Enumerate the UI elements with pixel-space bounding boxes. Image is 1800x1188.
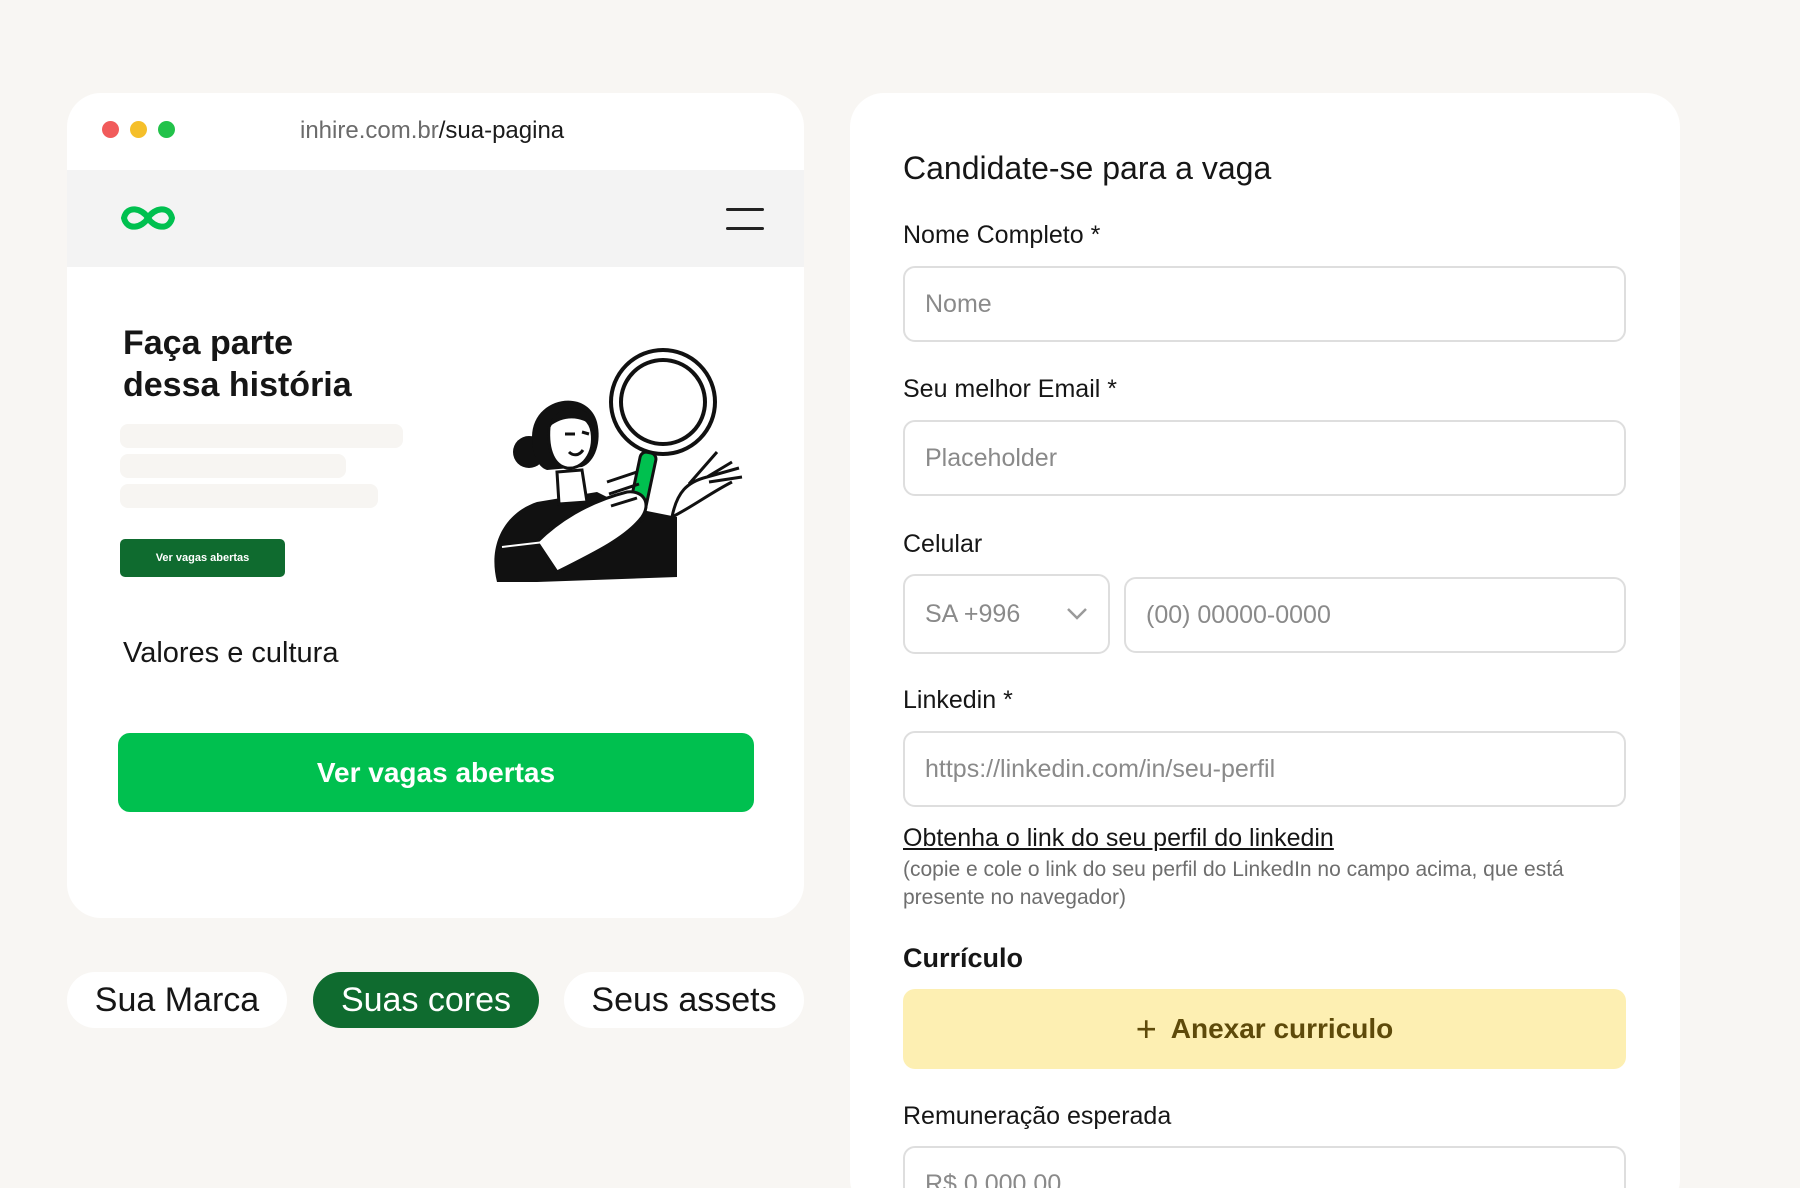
- attach-resume-label: Anexar curriculo: [1170, 1013, 1394, 1044]
- mini-open-jobs-button[interactable]: Ver vagas abertas: [120, 539, 285, 577]
- window-close-dot[interactable]: [102, 121, 119, 138]
- resume-label: Currículo: [903, 943, 1024, 973]
- pill-sua-marca[interactable]: Sua Marca: [67, 972, 287, 1028]
- attach-resume-button[interactable]: + Anexar curriculo: [903, 989, 1626, 1069]
- salary-label: Remuneração esperada: [903, 1102, 1172, 1130]
- window-maximize-dot[interactable]: [158, 121, 175, 138]
- linkedin-input[interactable]: [903, 731, 1626, 807]
- country-code-select[interactable]: SA +996: [903, 574, 1110, 654]
- browser-mockup: inhire.com.br/sua-pagina Faça parte dess…: [67, 93, 804, 918]
- email-input[interactable]: [903, 420, 1626, 496]
- values-culture-heading: Valores e cultura: [123, 637, 339, 669]
- woman-with-magnifying-glass-illustration: [494, 348, 743, 582]
- pill-seus-assets[interactable]: Seus assets: [564, 972, 804, 1028]
- hero-section: Faça parte dessa história Ver vagas aber…: [67, 267, 804, 918]
- address-bar[interactable]: inhire.com.br/sua-pagina: [300, 117, 564, 145]
- linkedin-label: Linkedin *: [903, 686, 1013, 714]
- full-name-input[interactable]: [903, 266, 1626, 342]
- pill-suas-cores[interactable]: Suas cores: [313, 972, 539, 1028]
- form-title: Candidate-se para a vaga: [903, 150, 1272, 186]
- open-jobs-button[interactable]: Ver vagas abertas: [118, 733, 754, 812]
- application-form: Candidate-se para a vaga Nome Completo *…: [850, 93, 1680, 1188]
- name-label: Nome Completo *: [903, 221, 1101, 249]
- country-code-value: SA +996: [925, 599, 1021, 628]
- hero-title: Faça parte dessa história: [123, 324, 352, 404]
- text-skeleton-line: [120, 484, 378, 508]
- site-navbar: [67, 170, 804, 267]
- chevron-down-icon: [1067, 608, 1087, 620]
- text-skeleton-line: [120, 454, 346, 478]
- url-path: /sua-pagina: [438, 117, 565, 144]
- linkedin-help-link[interactable]: Obtenha o link do seu perfil do linkedin: [903, 824, 1334, 853]
- text-skeleton-line: [120, 424, 403, 448]
- salary-input[interactable]: [903, 1146, 1626, 1188]
- phone-input[interactable]: [1124, 577, 1626, 653]
- hamburger-menu-icon[interactable]: [726, 208, 764, 232]
- window-minimize-dot[interactable]: [130, 121, 147, 138]
- phone-label: Celular: [903, 530, 983, 558]
- email-label: Seu melhor Email *: [903, 375, 1117, 403]
- infinity-logo-icon[interactable]: [117, 200, 179, 236]
- plus-icon: +: [1135, 1008, 1157, 1049]
- linkedin-helper-text: (copie e cole o link do seu perfil do Li…: [903, 858, 1564, 909]
- browser-titlebar: inhire.com.br/sua-pagina: [67, 93, 804, 170]
- url-host: inhire.com.br: [300, 117, 439, 144]
